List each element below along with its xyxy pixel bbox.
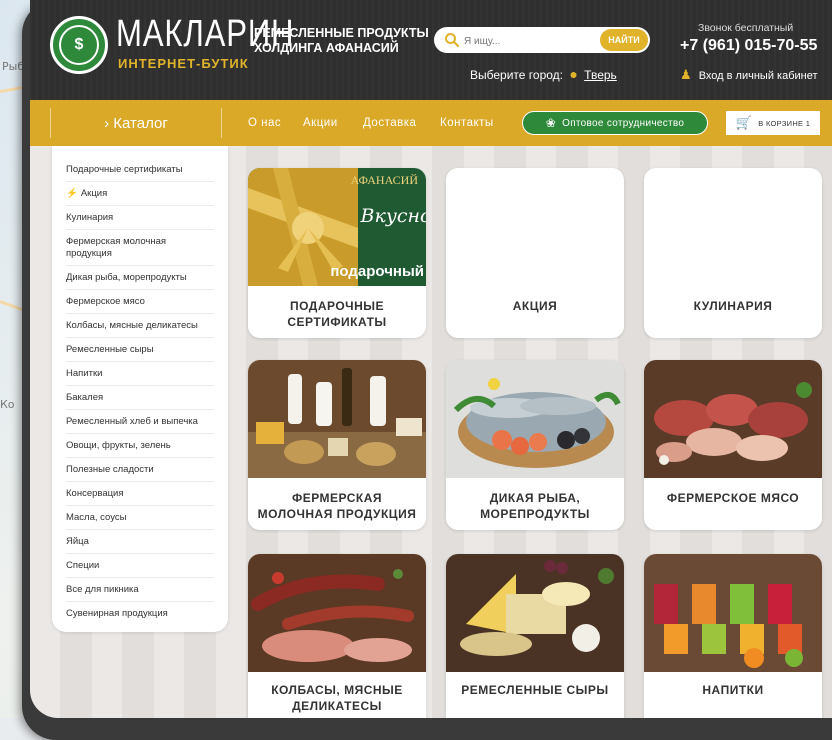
category-card-culinary[interactable]: КУЛИНАРИЯ [644,168,822,338]
sidebar-item-drinks[interactable]: Напитки [66,368,214,386]
leaf-icon: ❀ [545,116,557,130]
card-title: НАПИТКИ [702,683,764,697]
location-pin-icon: ● [569,66,578,82]
search-button[interactable]: НАЙТИ [600,29,648,51]
sidebar-item-sweets[interactable]: Полезные сладости [66,464,214,482]
brand-subtitle: ИНТЕРНЕТ-БУТИК [118,56,249,71]
nav-link-contacts[interactable]: Контакты [440,117,494,129]
wholesale-button[interactable]: ❀ Оптовое сотрудничество [522,111,708,135]
nav-link-delivery[interactable]: Доставка [363,117,416,129]
card-title: ПОДАРОЧНЫЕ СЕРТИФИКАТЫ [287,299,387,329]
wholesale-label: Оптовое сотрудничество [562,117,685,129]
farm-meat-image [644,360,822,478]
card-title: ДИКАЯ РЫБА, МОРЕПРОДУКТЫ [480,491,590,521]
city-selector: Выберите город: ● Тверь [470,66,617,82]
content-area: Подарочные сертификаты ⚡ Акция Кулинария … [30,146,832,718]
sidebar-item-souvenirs[interactable]: Сувенирная продукция [66,608,214,625]
city-label: Выберите город: [470,68,563,82]
card-title: КУЛИНАРИЯ [693,299,773,313]
sidebar-item-eggs[interactable]: Яйца [66,536,214,554]
gift-certificate-image: АФАНАСИЙ Вкусно подарочный [248,168,426,286]
sidebar-item-bread[interactable]: Ремесленный хлеб и выпечка [66,416,214,434]
sidebar-item-dairy[interactable]: Фермерская молочная продукция [66,236,214,266]
search-icon [445,33,460,48]
category-card-gift[interactable]: АФАНАСИЙ Вкусно подарочный ПОДАРОЧНЫЕ СЕ… [248,168,426,338]
tagline-line1: РЕМЕСЛЕННЫЕ ПРОДУКТЫ [254,26,429,40]
call-free-label: Звонок бесплатный [698,22,794,34]
category-card-meat[interactable]: ФЕРМЕРСКОЕ МЯСО [644,360,822,530]
card-title: ФЕРМЕРСКОЕ МЯСО [666,491,800,505]
category-card-drinks[interactable]: НАПИТКИ [644,554,822,718]
drinks-image [644,554,822,672]
sidebar-item-promo[interactable]: ⚡ Акция [66,188,214,206]
category-card-cheese[interactable]: РЕМЕСЛЕННЫЕ СЫРЫ [446,554,624,718]
banner-script-text: Вкусно [360,205,426,227]
search-bar: НАЙТИ [434,27,650,53]
category-card-sausages[interactable]: КОЛБАСЫ, МЯСНЫЕ ДЕЛИКАТЕСЫ [248,554,426,718]
banner-brand-text: АФАНАСИЙ [351,173,419,187]
cart-label: В КОРЗИНЕ 1 [758,118,811,128]
sidebar-item-meat[interactable]: Фермерское мясо [66,296,214,314]
category-card-fish[interactable]: ДИКАЯ РЫБА, МОРЕПРОДУКТЫ [446,360,624,530]
tagline-line2: ХОЛДИНГА АФАНАСИЙ [254,41,399,55]
login-link[interactable]: ♟ Вход в личный кабинет [680,67,818,83]
sidebar-item-picnic[interactable]: Все для пикника [66,584,214,602]
sidebar-item-gift-certificates[interactable]: Подарочные сертификаты [66,164,214,182]
seafood-image [446,360,624,478]
sidebar-item-spices[interactable]: Специи [66,560,214,578]
card-title: КОЛБАСЫ, МЯСНЫЕ ДЕЛИКАТЕСЫ [271,683,403,713]
card-title: ФЕРМЕРСКАЯ МОЛОЧНАЯ ПРОДУКЦИЯ [257,491,417,521]
sidebar-item-cheese[interactable]: Ремесленные сыры [66,344,214,362]
category-card-promo[interactable]: АКЦИЯ [446,168,624,338]
sidebar-item-oils[interactable]: Масла, соусы [66,512,214,530]
map-label: Ко [0,398,15,411]
phone-number[interactable]: +7 (961) 015-70-55 [680,37,817,55]
sidebar-item-canned[interactable]: Консервация [66,488,214,506]
catalog-button[interactable]: › Каталог [50,108,222,138]
sidebar-item-sausages[interactable]: Колбасы, мясные деликатесы [66,320,214,338]
city-link[interactable]: Тверь [584,68,617,82]
sausages-image [248,554,426,672]
cheese-image [446,554,624,672]
card-title: РЕМЕСЛЕННЫЕ СЫРЫ [461,683,609,697]
sidebar-item-grocery[interactable]: Бакалея [66,392,214,410]
lightning-icon: ⚡ [66,188,78,199]
map-label: Рыб [2,60,25,73]
logo-icon[interactable]: $ [50,16,108,74]
sidebar-item-vegetables[interactable]: Овощи, фрукты, зелень [66,440,214,458]
sidebar-item-label: Акция [80,188,108,199]
tagline: РЕМЕСЛЕННЫЕ ПРОДУКТЫ ХОЛДИНГА АФАНАСИЙ [254,26,429,56]
category-card-dairy[interactable]: ФЕРМЕРСКАЯ МОЛОЧНАЯ ПРОДУКЦИЯ [248,360,426,530]
login-label: Вход в личный кабинет [698,70,818,82]
dairy-products-image [248,360,426,478]
sidebar-item-fish[interactable]: Дикая рыба, морепродукты [66,272,214,290]
cart-icon: 🛒 [735,115,753,130]
main-nav: › Каталог О нас Акции Доставка Контакты … [30,100,832,146]
sidebar-item-culinary[interactable]: Кулинария [66,212,214,230]
site-header: $ МАКЛАРИН ИНТЕРНЕТ-БУТИК РЕМЕСЛЕННЫЕ ПР… [30,0,832,100]
search-input[interactable] [462,31,576,51]
banner-tag-text: подарочный [330,263,424,280]
card-title: АКЦИЯ [512,299,558,313]
user-icon: ♟ [680,67,692,82]
cart-button[interactable]: 🛒 В КОРЗИНЕ 1 [726,111,820,135]
website: $ МАКЛАРИН ИНТЕРНЕТ-БУТИК РЕМЕСЛЕННЫЕ ПР… [30,0,832,718]
category-sidebar: Подарочные сертификаты ⚡ Акция Кулинария … [52,146,228,632]
nav-link-about[interactable]: О нас [248,117,281,129]
nav-link-promos[interactable]: Акции [303,117,338,129]
